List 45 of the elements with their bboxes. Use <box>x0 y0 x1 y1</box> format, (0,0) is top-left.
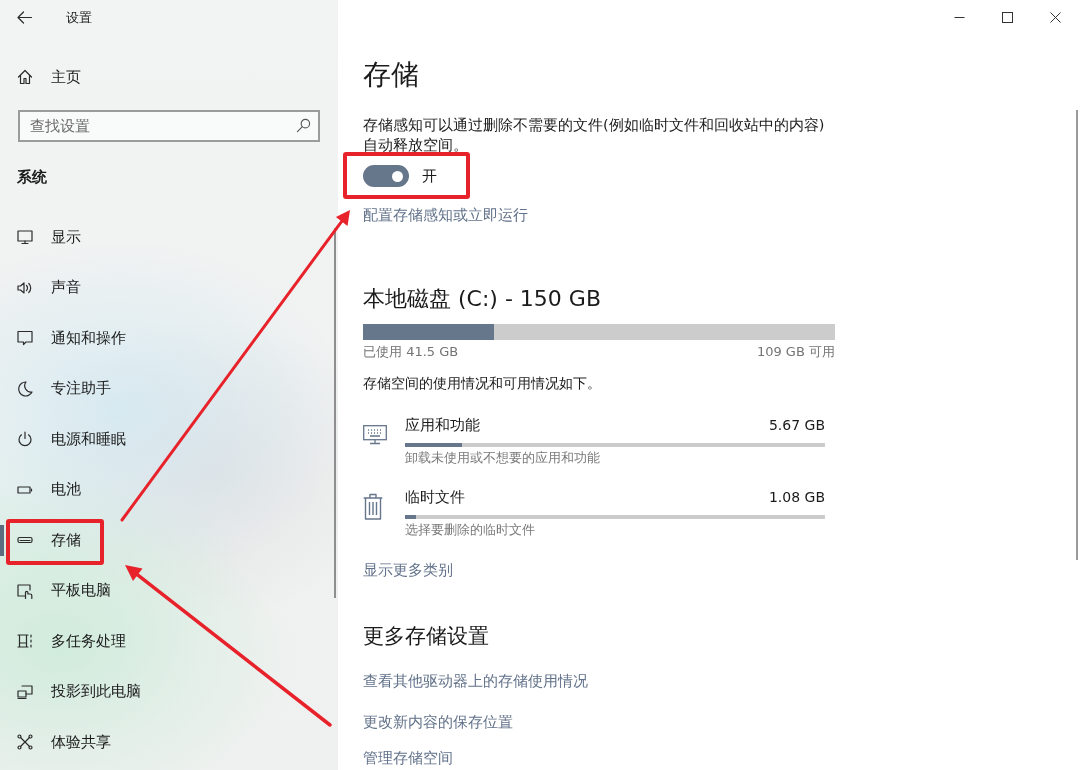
keyboard-monitor-icon <box>363 425 387 445</box>
tablet-touch-icon <box>17 582 33 599</box>
usage-summary: 存储空间的使用情况和可用情况如下。 <box>363 374 601 393</box>
sidebar-nav-item[interactable]: 体验共享 <box>0 717 338 768</box>
search-icon <box>296 118 311 133</box>
page-title: 存储 <box>363 57 419 93</box>
trash-icon <box>363 493 383 520</box>
search-field[interactable]: 查找设置 <box>18 110 320 142</box>
scrollbar[interactable] <box>1076 110 1078 560</box>
category-name[interactable]: 临时文件 <box>405 487 465 507</box>
back-arrow-icon <box>17 11 32 24</box>
moon-icon <box>17 380 33 397</box>
configure-storage-sense-link[interactable]: 配置存储感知或立即运行 <box>363 205 528 225</box>
used-space-label: 已使用 41.5 GB <box>363 343 459 361</box>
settings-link[interactable]: 查看其他驱动器上的存储使用情况 <box>363 672 588 690</box>
settings-link[interactable]: 管理存储空间 <box>363 749 453 767</box>
power-icon <box>17 431 33 448</box>
maximize-icon <box>1001 12 1013 23</box>
speech-bubble-icon <box>17 330 33 347</box>
monitor-icon <box>17 229 33 246</box>
home-icon <box>17 69 33 85</box>
show-more-categories-link[interactable]: 显示更多类别 <box>363 560 453 580</box>
category-size: 5.67 GB <box>768 416 825 435</box>
toggle-state-label: 开 <box>422 166 437 187</box>
projection-icon <box>17 683 33 700</box>
drive-title: 本地磁盘 (C:) - 150 GB <box>363 285 601 313</box>
section-title: 系统 <box>16 167 48 187</box>
home-nav-item[interactable]: 主页 <box>0 57 91 97</box>
section-heading: 更多存储设置 <box>363 623 489 650</box>
multitask-icon <box>17 633 33 650</box>
share-nodes-icon <box>17 734 33 751</box>
sidebar-nav-item[interactable]: 多任务处理 <box>0 616 338 667</box>
category-hint: 卸载未使用或不想要的应用和功能 <box>405 450 601 466</box>
category-hint: 选择要删除的临时文件 <box>405 522 536 538</box>
sidebar-nav-item[interactable]: 存储 <box>0 515 338 566</box>
storage-sense-toggle[interactable] <box>363 165 409 187</box>
sidebar-nav-item[interactable]: 平板电脑 <box>0 565 338 616</box>
sidebar-nav-item[interactable]: 投影到此电脑 <box>0 666 338 717</box>
storage-sense-description: 存储感知可以通过删除不需要的文件(例如临时文件和回收站中的内容)自动释放空间。 <box>363 116 826 155</box>
category-size: 1.08 GB <box>768 488 825 507</box>
category-name[interactable]: 应用和功能 <box>405 415 480 435</box>
window-title: 设置 <box>66 8 92 27</box>
settings-link[interactable]: 更改新内容的保存位置 <box>363 713 513 731</box>
free-space-label: 109 GB 可用 <box>756 343 835 361</box>
close-icon <box>1049 12 1061 23</box>
